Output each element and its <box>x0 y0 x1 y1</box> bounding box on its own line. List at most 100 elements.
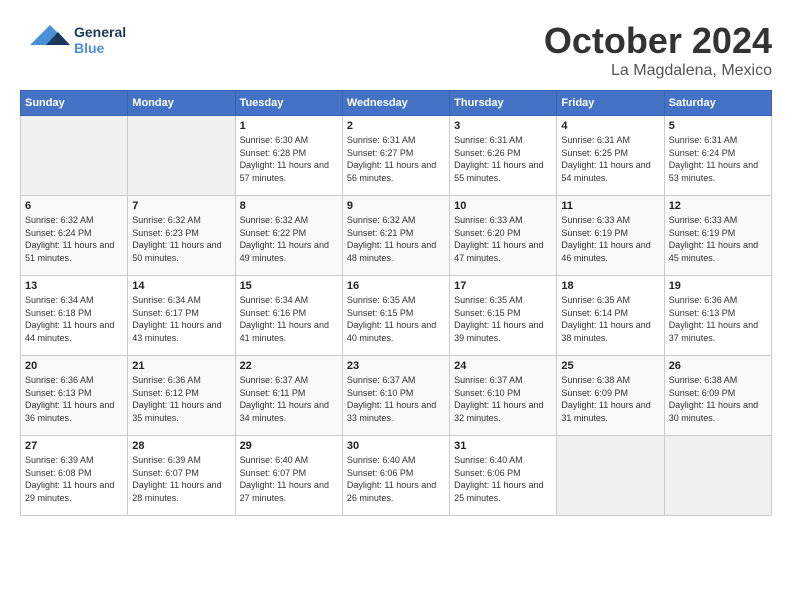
day-cell: 3 Sunrise: 6:31 AM Sunset: 6:26 PM Daylig… <box>450 116 557 196</box>
day-number: 19 <box>669 280 767 292</box>
day-cell: 14Sunrise: 6:34 AM Sunset: 6:17 PM Dayli… <box>128 276 235 356</box>
day-cell: 18 Sunrise: 6:35 AM Sunset: 6:14 PM Dayli… <box>557 276 664 356</box>
day-detail: Sunrise: 6:31 AM Sunset: 6:24 PM Dayligh… <box>669 134 767 184</box>
day-cell: 5 Sunrise: 6:31 AM Sunset: 6:24 PM Daylig… <box>664 116 771 196</box>
week-row-3: 20 Sunrise: 6:36 AM Sunset: 6:13 PM Dayli… <box>21 356 772 436</box>
month-title: October 2024 <box>544 20 772 62</box>
day-detail: Sunrise: 6:33 AM Sunset: 6:19 PM Dayligh… <box>669 214 767 264</box>
day-number: 1 <box>240 120 338 132</box>
day-number: 12 <box>669 200 767 212</box>
day-cell <box>21 116 128 196</box>
day-cell: 4 Sunrise: 6:31 AM Sunset: 6:25 PM Daylig… <box>557 116 664 196</box>
day-cell: 2 Sunrise: 6:31 AM Sunset: 6:27 PM Daylig… <box>342 116 449 196</box>
day-number: 27 <box>25 440 123 452</box>
calendar-header: SundayMondayTuesdayWednesdayThursdayFrid… <box>21 91 772 116</box>
day-detail: Sunrise: 6:38 AM Sunset: 6:09 PM Dayligh… <box>669 374 767 424</box>
day-cell: 7 Sunrise: 6:32 AM Sunset: 6:23 PM Daylig… <box>128 196 235 276</box>
day-cell: 31 Sunrise: 6:40 AM Sunset: 6:06 PM Dayli… <box>450 436 557 516</box>
day-cell <box>557 436 664 516</box>
day-detail: Sunrise: 6:40 AM Sunset: 6:06 PM Dayligh… <box>454 454 552 504</box>
day-cell: 28 Sunrise: 6:39 AM Sunset: 6:07 PM Dayli… <box>128 436 235 516</box>
day-cell: 29 Sunrise: 6:40 AM Sunset: 6:07 PM Dayli… <box>235 436 342 516</box>
header-row: SundayMondayTuesdayWednesdayThursdayFrid… <box>21 91 772 116</box>
day-detail: Sunrise: 6:31 AM Sunset: 6:27 PM Dayligh… <box>347 134 445 184</box>
day-detail: Sunrise: 6:40 AM Sunset: 6:07 PM Dayligh… <box>240 454 338 504</box>
day-cell: 25Sunrise: 6:38 AM Sunset: 6:09 PM Dayli… <box>557 356 664 436</box>
day-cell: 10 Sunrise: 6:33 AM Sunset: 6:20 PM Dayli… <box>450 196 557 276</box>
day-detail: Sunrise: 6:37 AM Sunset: 6:10 PM Dayligh… <box>347 374 445 424</box>
day-detail: Sunrise: 6:39 AM Sunset: 6:07 PM Dayligh… <box>132 454 230 504</box>
header-day-sunday: Sunday <box>21 91 128 116</box>
day-detail: Sunrise: 6:34 AM Sunset: 6:16 PM Dayligh… <box>240 294 338 344</box>
day-number: 10 <box>454 200 552 212</box>
day-detail: Sunrise: 6:36 AM Sunset: 6:13 PM Dayligh… <box>25 374 123 424</box>
day-cell: 1 Sunrise: 6:30 AM Sunset: 6:28 PM Daylig… <box>235 116 342 196</box>
day-cell: 20 Sunrise: 6:36 AM Sunset: 6:13 PM Dayli… <box>21 356 128 436</box>
day-number: 25 <box>561 360 659 372</box>
day-number: 21 <box>132 360 230 372</box>
day-number: 26 <box>669 360 767 372</box>
page-container: General Blue October 2024 La Magdalena, … <box>20 20 772 516</box>
day-number: 28 <box>132 440 230 452</box>
day-number: 31 <box>454 440 552 452</box>
week-row-4: 27Sunrise: 6:39 AM Sunset: 6:08 PM Dayli… <box>21 436 772 516</box>
day-number: 22 <box>240 360 338 372</box>
header-day-friday: Friday <box>557 91 664 116</box>
day-cell: 6 Sunrise: 6:32 AM Sunset: 6:24 PM Daylig… <box>21 196 128 276</box>
day-number: 20 <box>25 360 123 372</box>
day-cell: 30 Sunrise: 6:40 AM Sunset: 6:06 PM Dayli… <box>342 436 449 516</box>
day-number: 14 <box>132 280 230 292</box>
day-detail: Sunrise: 6:30 AM Sunset: 6:28 PM Dayligh… <box>240 134 338 184</box>
day-detail: Sunrise: 6:31 AM Sunset: 6:26 PM Dayligh… <box>454 134 552 184</box>
header-day-tuesday: Tuesday <box>235 91 342 116</box>
logo-general-text: General <box>74 24 126 40</box>
day-cell: 23 Sunrise: 6:37 AM Sunset: 6:10 PM Dayli… <box>342 356 449 436</box>
day-number: 9 <box>347 200 445 212</box>
day-detail: Sunrise: 6:33 AM Sunset: 6:19 PM Dayligh… <box>561 214 659 264</box>
week-row-1: 6 Sunrise: 6:32 AM Sunset: 6:24 PM Daylig… <box>21 196 772 276</box>
logo-blue-text: Blue <box>74 40 126 56</box>
day-number: 5 <box>669 120 767 132</box>
week-row-2: 13Sunrise: 6:34 AM Sunset: 6:18 PM Dayli… <box>21 276 772 356</box>
day-detail: Sunrise: 6:40 AM Sunset: 6:06 PM Dayligh… <box>347 454 445 504</box>
day-detail: Sunrise: 6:32 AM Sunset: 6:21 PM Dayligh… <box>347 214 445 264</box>
day-number: 16 <box>347 280 445 292</box>
day-detail: Sunrise: 6:37 AM Sunset: 6:11 PM Dayligh… <box>240 374 338 424</box>
header-day-monday: Monday <box>128 91 235 116</box>
day-cell: 8Sunrise: 6:32 AM Sunset: 6:22 PM Daylig… <box>235 196 342 276</box>
day-cell <box>664 436 771 516</box>
day-number: 6 <box>25 200 123 212</box>
day-cell: 19 Sunrise: 6:36 AM Sunset: 6:13 PM Dayli… <box>664 276 771 356</box>
day-number: 29 <box>240 440 338 452</box>
day-number: 24 <box>454 360 552 372</box>
day-number: 18 <box>561 280 659 292</box>
day-number: 2 <box>347 120 445 132</box>
day-cell: 21Sunrise: 6:36 AM Sunset: 6:12 PM Dayli… <box>128 356 235 436</box>
day-detail: Sunrise: 6:31 AM Sunset: 6:25 PM Dayligh… <box>561 134 659 184</box>
day-number: 4 <box>561 120 659 132</box>
day-cell: 12 Sunrise: 6:33 AM Sunset: 6:19 PM Dayli… <box>664 196 771 276</box>
header-day-saturday: Saturday <box>664 91 771 116</box>
day-cell <box>128 116 235 196</box>
day-detail: Sunrise: 6:32 AM Sunset: 6:22 PM Dayligh… <box>240 214 338 264</box>
day-detail: Sunrise: 6:35 AM Sunset: 6:15 PM Dayligh… <box>347 294 445 344</box>
day-number: 3 <box>454 120 552 132</box>
day-detail: Sunrise: 6:32 AM Sunset: 6:23 PM Dayligh… <box>132 214 230 264</box>
day-cell: 16 Sunrise: 6:35 AM Sunset: 6:15 PM Dayli… <box>342 276 449 356</box>
day-number: 7 <box>132 200 230 212</box>
day-detail: Sunrise: 6:36 AM Sunset: 6:13 PM Dayligh… <box>669 294 767 344</box>
day-detail: Sunrise: 6:37 AM Sunset: 6:10 PM Dayligh… <box>454 374 552 424</box>
page-header: General Blue October 2024 La Magdalena, … <box>20 20 772 80</box>
header-day-thursday: Thursday <box>450 91 557 116</box>
day-detail: Sunrise: 6:33 AM Sunset: 6:20 PM Dayligh… <box>454 214 552 264</box>
day-cell: 11 Sunrise: 6:33 AM Sunset: 6:19 PM Dayli… <box>557 196 664 276</box>
day-number: 30 <box>347 440 445 452</box>
day-cell: 13Sunrise: 6:34 AM Sunset: 6:18 PM Dayli… <box>21 276 128 356</box>
day-number: 23 <box>347 360 445 372</box>
day-cell: 26 Sunrise: 6:38 AM Sunset: 6:09 PM Dayli… <box>664 356 771 436</box>
day-number: 11 <box>561 200 659 212</box>
day-detail: Sunrise: 6:35 AM Sunset: 6:14 PM Dayligh… <box>561 294 659 344</box>
day-detail: Sunrise: 6:32 AM Sunset: 6:24 PM Dayligh… <box>25 214 123 264</box>
location: La Magdalena, Mexico <box>544 62 772 80</box>
day-number: 15 <box>240 280 338 292</box>
